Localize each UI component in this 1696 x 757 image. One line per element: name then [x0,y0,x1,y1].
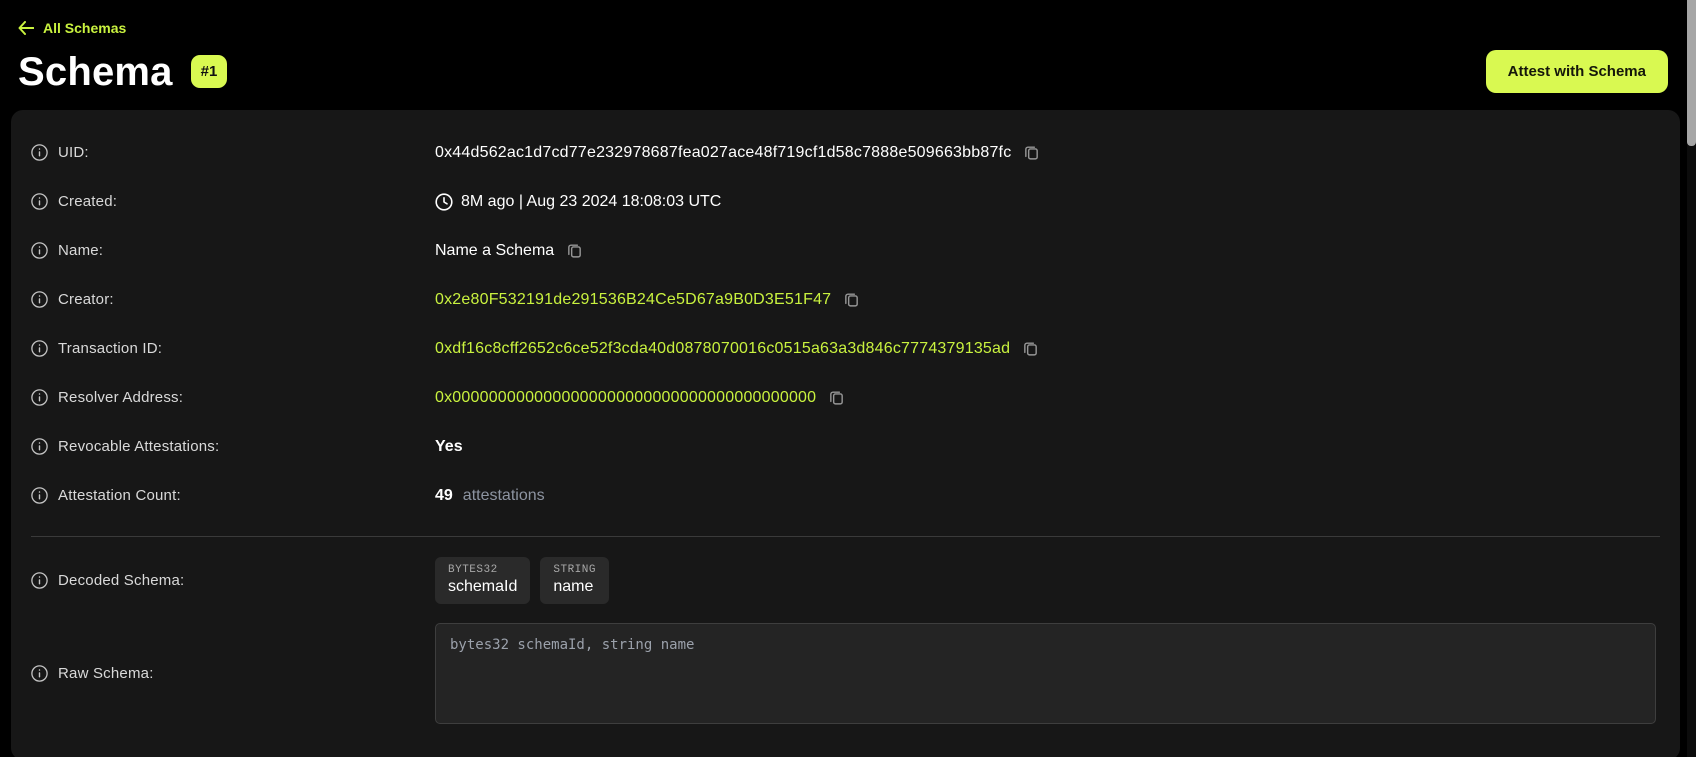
transaction-id-label: Transaction ID: [58,340,162,357]
clock-icon [435,193,453,211]
name-label: Name: [58,242,103,259]
field-name: name [553,578,596,596]
info-icon [31,438,48,455]
decoded-schema-label: Decoded Schema: [58,572,184,589]
transaction-id-link[interactable]: 0xdf16c8cff2652c6ce52f3cda40d0878070016c… [435,340,1010,358]
detail-row-raw-schema: Raw Schema: bytes32 schemaId, string nam… [31,623,1660,724]
field-type: STRING [553,564,596,576]
page-title: Schema [18,52,173,92]
section-divider [31,536,1660,537]
copy-icon[interactable] [828,389,845,406]
detail-row-uid: UID: 0x44d562ac1d7cd77e232978687fea027ac… [31,128,1660,177]
info-icon [31,242,48,259]
schema-id-badge: #1 [191,55,228,88]
detail-row-attestation-count: Attestation Count: 49 attestations [31,471,1660,520]
schema-field-chip: STRING name [540,557,609,604]
raw-schema-textarea[interactable]: bytes32 schemaId, string name [435,623,1656,724]
info-icon [31,487,48,504]
copy-icon[interactable] [1022,340,1039,357]
resolver-address-label: Resolver Address: [58,389,183,406]
info-icon [31,572,48,589]
detail-row-revocable-attestations: Revocable Attestations: Yes [31,422,1660,471]
attestations-link[interactable]: attestations [463,487,545,505]
scrollbar-thumb[interactable] [1687,0,1696,146]
detail-row-created: Created: 8M ago | Aug 23 2024 18:08:03 U… [31,177,1660,226]
attestation-count-value: 49 [435,487,453,505]
detail-row-transaction-id: Transaction ID: 0xdf16c8cff2652c6ce52f3c… [31,324,1660,373]
schema-page: All Schemas Schema #1 Attest with Schema… [0,0,1696,757]
name-value: Name a Schema [435,242,554,260]
info-icon [31,291,48,308]
resolver-address-link[interactable]: 0x00000000000000000000000000000000000000… [435,389,816,407]
info-icon [31,389,48,406]
detail-row-decoded-schema: Decoded Schema: BYTES32 schemaId STRING … [31,547,1660,613]
uid-label: UID: [58,144,89,161]
uid-value: 0x44d562ac1d7cd77e232978687fea027ace48f7… [435,144,1011,162]
scrollbar-track[interactable] [1687,0,1696,757]
field-name: schemaId [448,578,517,596]
back-link-label: All Schemas [43,20,126,36]
creator-label: Creator: [58,291,114,308]
copy-icon[interactable] [566,242,583,259]
info-icon [31,665,48,682]
schema-field-chip: BYTES32 schemaId [435,557,530,604]
raw-schema-label: Raw Schema: [58,665,154,682]
detail-row-name: Name: Name a Schema [31,226,1660,275]
copy-icon[interactable] [843,291,860,308]
info-icon [31,340,48,357]
detail-row-resolver-address: Resolver Address: 0x00000000000000000000… [31,373,1660,422]
back-arrow-icon [18,21,34,35]
revocable-attestations-label: Revocable Attestations: [58,438,219,455]
revocable-value: Yes [435,438,463,456]
attestation-count-label: Attestation Count: [58,487,181,504]
schema-detail-panel: UID: 0x44d562ac1d7cd77e232978687fea027ac… [11,110,1680,757]
copy-icon[interactable] [1023,144,1040,161]
detail-row-creator: Creator: 0x2e80F532191de291536B24Ce5D67a… [31,275,1660,324]
info-icon [31,193,48,210]
back-to-all-schemas-link[interactable]: All Schemas [18,20,126,36]
created-value: 8M ago | Aug 23 2024 18:08:03 UTC [461,193,721,211]
field-type: BYTES32 [448,564,517,576]
title-row: Schema #1 Attest with Schema [18,50,1668,93]
attest-with-schema-button[interactable]: Attest with Schema [1486,50,1668,93]
created-label: Created: [58,193,117,210]
decoded-schema-chips: BYTES32 schemaId STRING name [435,557,609,604]
creator-address-link[interactable]: 0x2e80F532191de291536B24Ce5D67a9B0D3E51F… [435,291,831,309]
info-icon [31,144,48,161]
